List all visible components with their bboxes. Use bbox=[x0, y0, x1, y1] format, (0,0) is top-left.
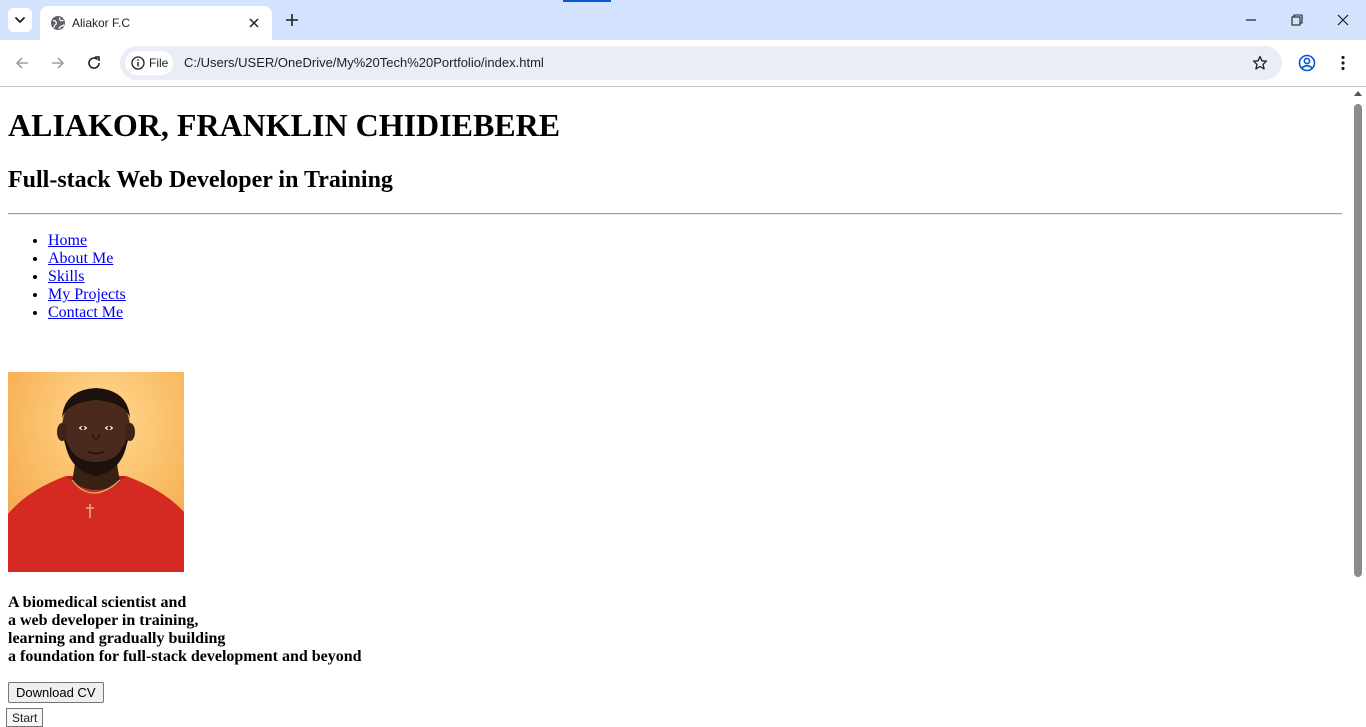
nav-link-skills[interactable]: Skills bbox=[48, 268, 84, 285]
download-cv-button[interactable]: Download CV bbox=[8, 682, 104, 703]
bio-line: A biomedical scientist and bbox=[8, 594, 187, 611]
scroll-up-arrow[interactable] bbox=[1354, 91, 1362, 96]
tooltip: Start bbox=[6, 708, 44, 727]
browser-menu-button[interactable] bbox=[1329, 49, 1357, 77]
nav-item-home: Home bbox=[48, 232, 126, 250]
tab-strip: Aliakor F.C bbox=[0, 0, 1366, 40]
nav-link-about[interactable]: About Me bbox=[48, 250, 113, 267]
page-title: ALIAKOR, FRANKLIN CHIDIEBERE bbox=[8, 107, 561, 143]
back-button[interactable] bbox=[8, 49, 36, 77]
reload-button[interactable] bbox=[80, 49, 108, 77]
restore-button[interactable] bbox=[1274, 0, 1320, 40]
minimize-button[interactable] bbox=[1228, 0, 1274, 40]
file-chip-label: File bbox=[149, 56, 169, 70]
page-subtitle: Full-stack Web Developer in Training bbox=[8, 167, 393, 193]
divider bbox=[8, 213, 1342, 215]
close-icon bbox=[249, 18, 259, 28]
nav-link-projects[interactable]: My Projects bbox=[48, 286, 126, 303]
browser-toolbar: File C:/Users/USER/OneDrive/My%20Tech%20… bbox=[0, 40, 1366, 87]
forward-button[interactable] bbox=[44, 49, 72, 77]
nav-item-skills: Skills bbox=[48, 268, 126, 286]
kebab-menu-icon bbox=[1341, 55, 1345, 71]
info-icon bbox=[131, 56, 145, 70]
browser-tab[interactable]: Aliakor F.C bbox=[40, 6, 272, 40]
tab-strip-indicator bbox=[563, 0, 611, 2]
bio-text: A biomedical scientist and a web develop… bbox=[8, 594, 362, 666]
bio-line: a web developer in training, bbox=[8, 612, 199, 629]
page-scrollbar[interactable] bbox=[1350, 87, 1366, 727]
portrait-image bbox=[8, 372, 184, 572]
new-tab-button[interactable] bbox=[280, 8, 304, 32]
site-info-chip[interactable]: File bbox=[125, 51, 173, 75]
scroll-thumb[interactable] bbox=[1354, 104, 1362, 577]
nav-item-contact: Contact Me bbox=[48, 304, 126, 322]
url-text[interactable]: C:/Users/USER/OneDrive/My%20Tech%20Portf… bbox=[184, 55, 544, 71]
plus-icon bbox=[286, 14, 298, 26]
bio-line: a foundation for full-stack development … bbox=[8, 648, 362, 665]
profile-icon bbox=[1298, 54, 1316, 72]
page-viewport: ALIAKOR, FRANKLIN CHIDIEBERE Full-stack … bbox=[0, 87, 1350, 727]
arrow-left-icon bbox=[15, 57, 28, 69]
main-nav: Home About Me Skills My Projects Contact… bbox=[8, 232, 126, 322]
star-icon bbox=[1252, 55, 1268, 70]
arrow-right-icon bbox=[52, 57, 65, 69]
reload-icon bbox=[88, 56, 100, 69]
close-window-button[interactable] bbox=[1320, 0, 1366, 40]
tab-search-button[interactable] bbox=[8, 8, 32, 32]
minimize-icon bbox=[1246, 19, 1256, 21]
profile-photo bbox=[8, 372, 184, 572]
nav-item-about: About Me bbox=[48, 250, 126, 268]
nav-link-contact[interactable]: Contact Me bbox=[48, 304, 123, 321]
globe-icon bbox=[51, 16, 65, 30]
restore-icon bbox=[1291, 14, 1303, 26]
address-bar[interactable]: File C:/Users/USER/OneDrive/My%20Tech%20… bbox=[120, 46, 1282, 80]
close-icon bbox=[1337, 14, 1349, 26]
profile-button[interactable] bbox=[1293, 49, 1321, 77]
nav-link-home[interactable]: Home bbox=[48, 232, 87, 249]
bio-line: learning and gradually building bbox=[8, 630, 226, 647]
tab-close-button[interactable] bbox=[246, 15, 262, 31]
bookmark-button[interactable] bbox=[1250, 53, 1270, 73]
nav-item-projects: My Projects bbox=[48, 286, 126, 304]
chevron-down-icon bbox=[15, 17, 25, 23]
tab-title: Aliakor F.C bbox=[72, 16, 131, 30]
